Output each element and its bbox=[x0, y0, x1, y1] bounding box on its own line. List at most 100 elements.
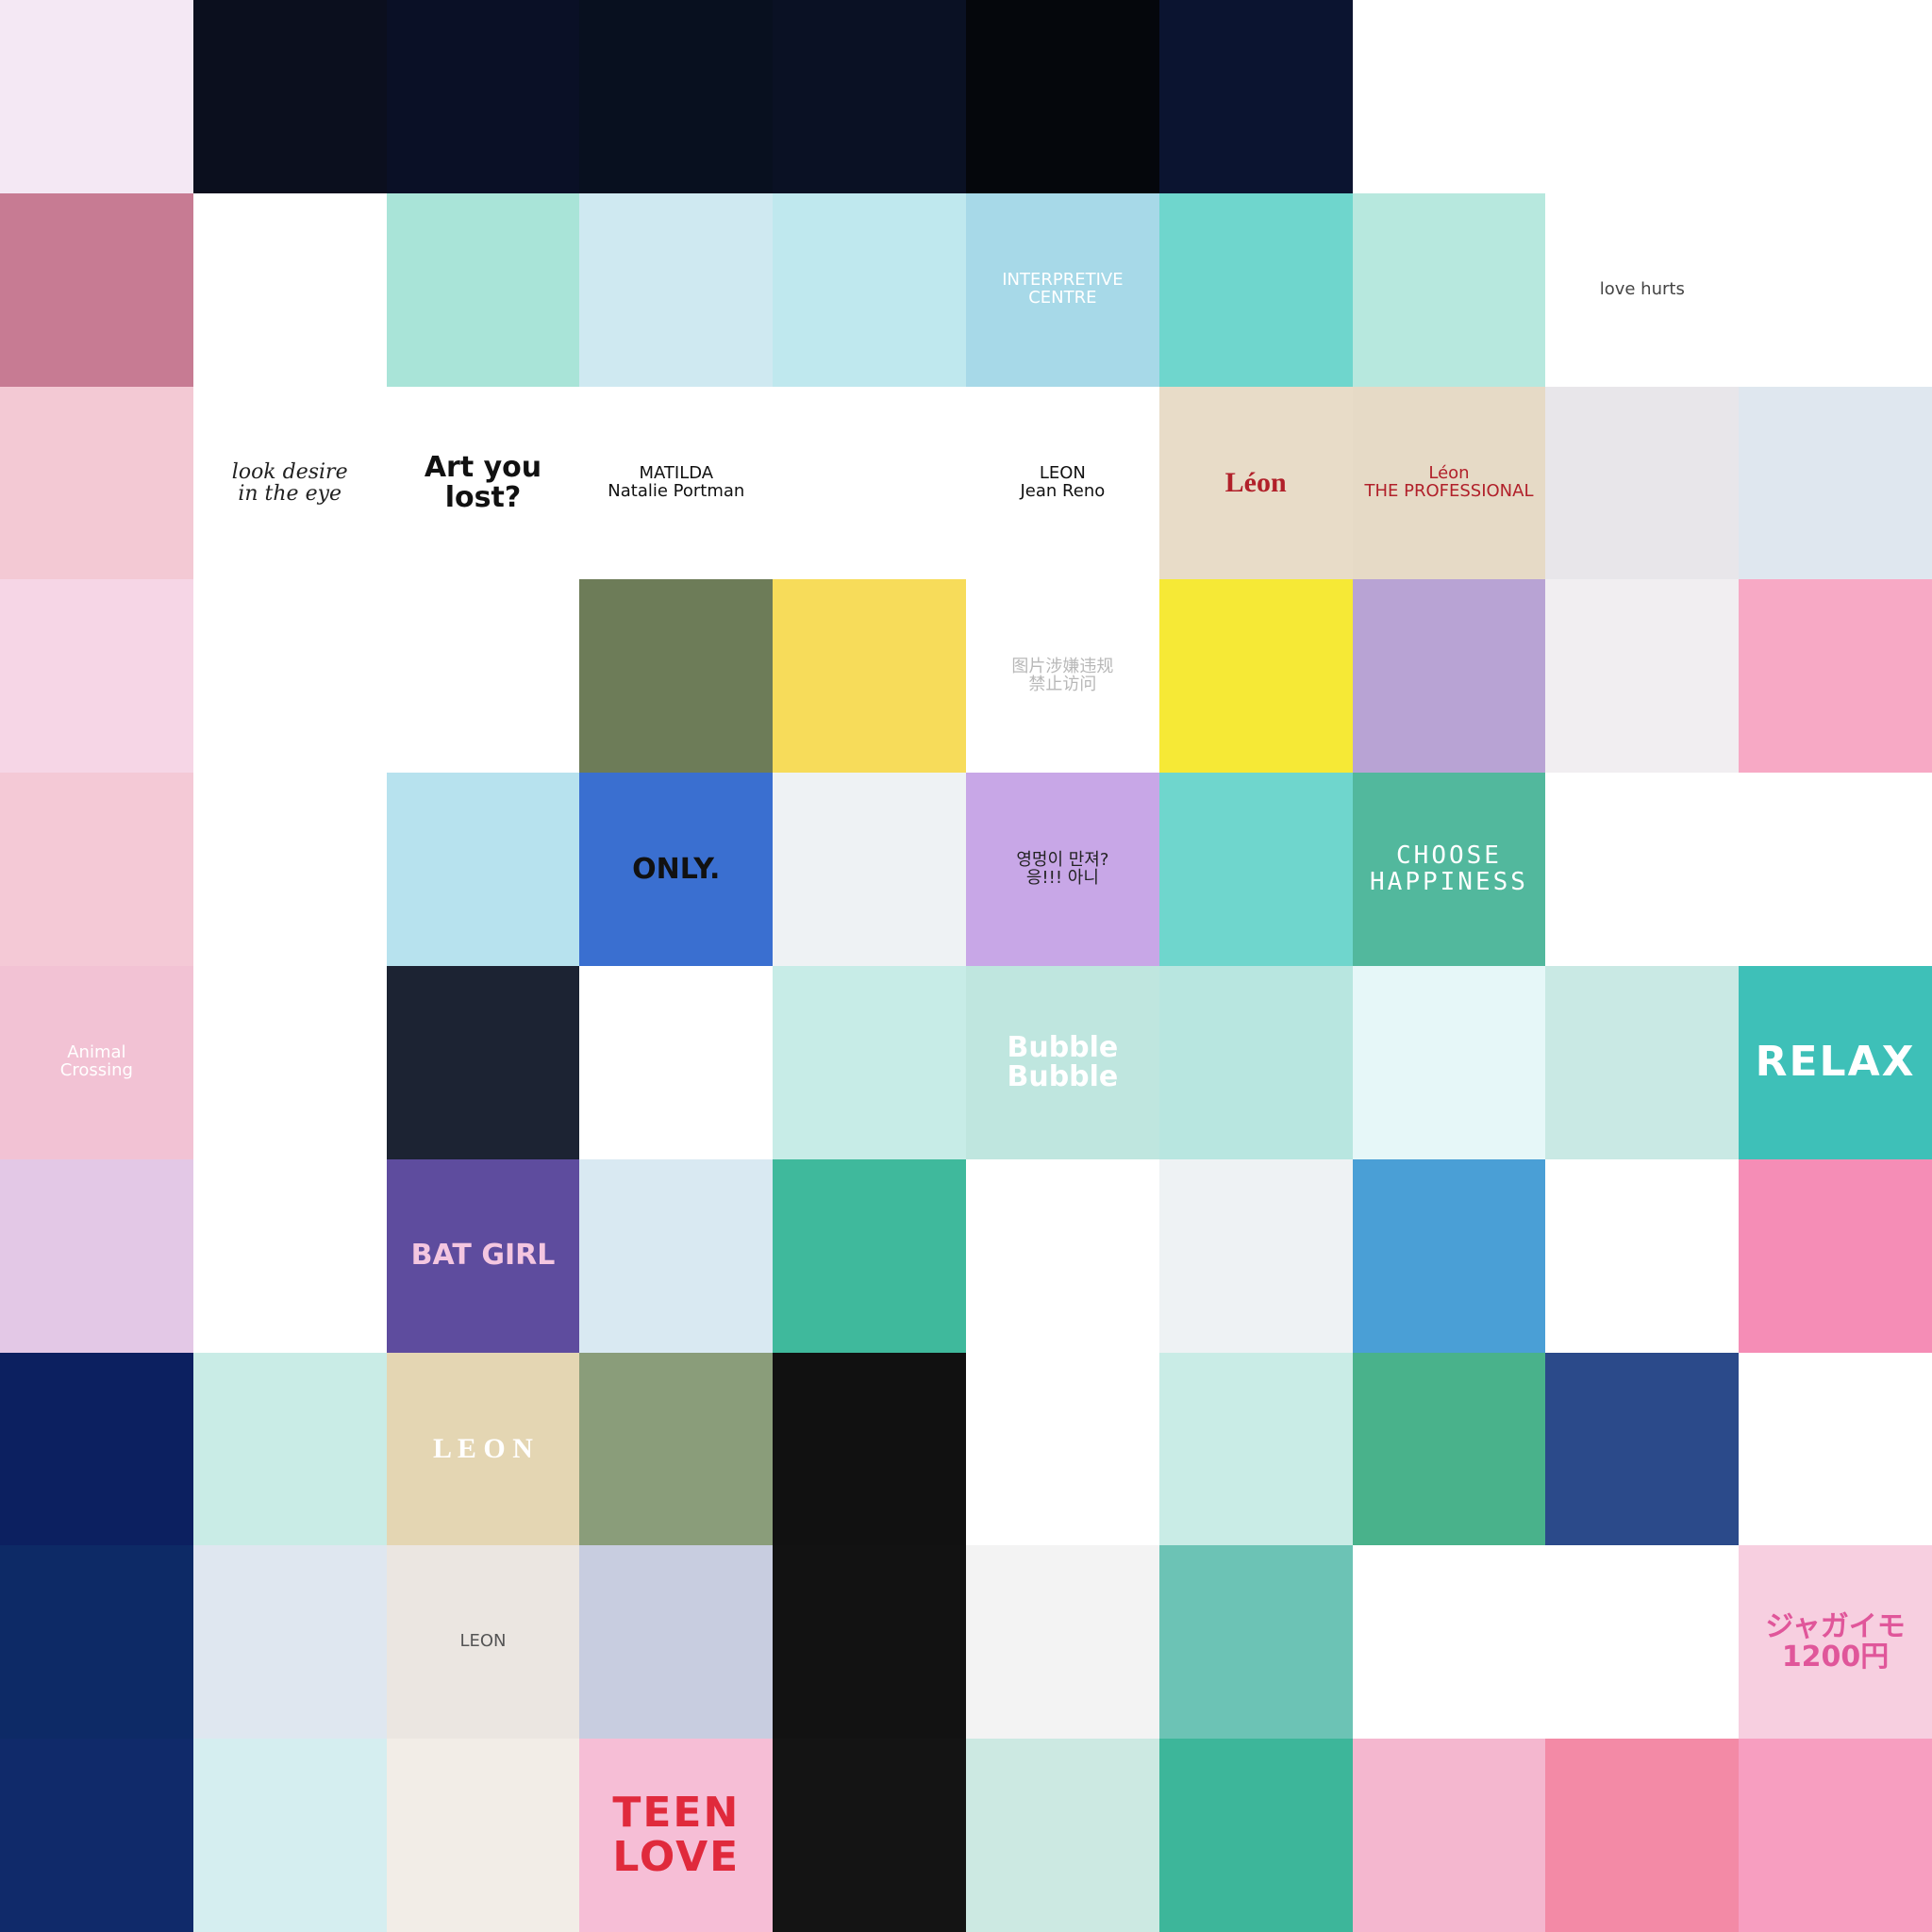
blue-cocktail-glass bbox=[192, 0, 387, 193]
starry-martini-glass bbox=[579, 0, 774, 193]
drinks-overhead-2 bbox=[579, 965, 774, 1159]
sleeping-cat bbox=[579, 579, 774, 774]
blocked-image-notice: 图片涉嫌违规 禁止访问 bbox=[965, 579, 1159, 774]
purple-smoke bbox=[1352, 579, 1546, 774]
pastel-wave bbox=[0, 1158, 193, 1353]
green-cup-stripes bbox=[579, 1352, 774, 1546]
figure-sketch bbox=[1739, 0, 1932, 193]
tile-caption: love hurts bbox=[1599, 278, 1685, 299]
lisa-witch bbox=[1739, 1158, 1932, 1353]
carousel-horse bbox=[192, 1158, 387, 1353]
airplane-only: ONLY. bbox=[579, 773, 774, 966]
strawberries-pattern bbox=[1739, 1739, 1932, 1932]
look-desire-handwriting: look desire in the eye bbox=[192, 386, 387, 580]
girl-sketch-box bbox=[192, 773, 387, 966]
tile-caption: Bubble Bubble bbox=[1007, 1030, 1119, 1094]
bart-standing bbox=[1352, 1545, 1546, 1740]
marge-hair bbox=[1545, 1545, 1740, 1740]
blue-building: INTERPRETIVE CENTRE bbox=[965, 192, 1159, 387]
banana-illustration bbox=[0, 0, 193, 193]
krusty-bench bbox=[1352, 1158, 1546, 1353]
bears-on-teal bbox=[1158, 965, 1353, 1159]
anime-girl-pink bbox=[0, 579, 193, 774]
hand-on-sweater bbox=[773, 773, 966, 966]
pink-sparkle-photo bbox=[0, 192, 193, 387]
holographic-pony bbox=[386, 773, 580, 966]
tile-caption: Animal Crossing bbox=[59, 1042, 133, 1081]
bart-arms-crossed bbox=[1545, 1352, 1740, 1546]
leon-small-poster: LEON bbox=[386, 1545, 580, 1740]
tile-caption: Art you lost? bbox=[424, 451, 542, 514]
tile-caption: L E O N bbox=[433, 1433, 533, 1465]
red-skull bbox=[1739, 579, 1932, 774]
white-flower bbox=[192, 1352, 387, 1546]
tile-caption: LEON bbox=[459, 1631, 507, 1652]
tile-caption: CHOOSE HAPPINESS bbox=[1370, 841, 1528, 896]
smiley-balloon-girl bbox=[579, 1158, 774, 1353]
roller-coaster bbox=[1739, 386, 1932, 580]
cap-girl bbox=[773, 1158, 966, 1353]
night-town bbox=[0, 1352, 193, 1546]
bart-and-charlie bbox=[1545, 1158, 1740, 1353]
bubble-toothpaste: Bubble Bubble bbox=[965, 965, 1159, 1159]
glass-bottles bbox=[1352, 192, 1546, 387]
tile-caption: INTERPRETIVE CENTRE bbox=[1002, 270, 1124, 308]
teen-love: TEEN LOVE bbox=[579, 1739, 774, 1932]
choose-happiness: CHOOSE HAPPINESS bbox=[1352, 773, 1546, 966]
sunglasses-girl-flowers bbox=[965, 1352, 1159, 1546]
tile-caption: MATILDA Natalie Portman bbox=[608, 463, 745, 501]
simpsons-window bbox=[1352, 1739, 1546, 1932]
bart-face bbox=[1739, 1352, 1932, 1546]
mint-popsicles bbox=[965, 1545, 1159, 1740]
bear-in-sea bbox=[0, 1545, 193, 1740]
ducks-chalkboard bbox=[773, 1352, 966, 1546]
blue-bottle-lemon bbox=[773, 0, 966, 193]
tile-caption: TEEN LOVE bbox=[612, 1789, 741, 1881]
blue-drink-glass bbox=[1158, 0, 1353, 193]
pinky-promise-heart bbox=[386, 579, 580, 774]
diamond-triangle bbox=[1545, 579, 1740, 774]
pearl-shell bbox=[1352, 965, 1546, 1159]
flowers-by-window bbox=[386, 192, 580, 387]
art-you-lost-poster: Art you lost? bbox=[386, 386, 580, 580]
blue-flowers-hands bbox=[192, 1545, 387, 1740]
bottles-on-yellow bbox=[1158, 579, 1353, 774]
leon-the-professional: Léon THE PROFESSIONAL bbox=[1352, 386, 1546, 580]
line-art-figure bbox=[192, 192, 387, 387]
tile-caption: Léon THE PROFESSIONAL bbox=[1364, 463, 1534, 501]
image-collage-grid: INTERPRETIVE CENTRE love hurts look desire… bbox=[0, 0, 1932, 1932]
cherry-blossoms bbox=[0, 773, 193, 966]
tile-caption: look desire in the eye bbox=[231, 459, 348, 506]
drinks-overhead bbox=[1739, 773, 1932, 966]
love-hurts-heart: love hurts bbox=[1545, 192, 1740, 387]
strawberry-heart bbox=[1545, 1739, 1740, 1932]
anime-dialogue: 영멍이 만져? 응!!! 아니 bbox=[965, 773, 1159, 966]
jagaimo-poster: ジャガイモ 1200円 bbox=[1739, 1545, 1932, 1740]
red-lips bbox=[1739, 192, 1932, 387]
tile-caption: ジャガイモ 1200円 bbox=[1765, 1610, 1906, 1674]
tile-caption: LEON Jean Reno bbox=[1020, 463, 1106, 501]
hand-on-sweater-2 bbox=[1158, 1158, 1353, 1353]
cap-girl-2 bbox=[1158, 1739, 1353, 1932]
pink-stairs-2 bbox=[1158, 1352, 1353, 1546]
sea-sparkle bbox=[1158, 192, 1353, 387]
ferris-wheel bbox=[773, 192, 966, 387]
relax-sea: RELAX bbox=[1739, 965, 1932, 1159]
tile-caption: ONLY. bbox=[632, 852, 721, 886]
bat-girl: BAT GIRL bbox=[386, 1158, 580, 1353]
planets-on-black bbox=[773, 1545, 966, 1740]
white-sneakers bbox=[1545, 386, 1740, 580]
tile-caption: 图片涉嫌违规 禁止访问 bbox=[1011, 656, 1114, 694]
pink-hand-soap bbox=[0, 386, 193, 580]
paper-clouds bbox=[1158, 1545, 1353, 1740]
animal-crossing-3ds: Animal Crossing bbox=[0, 965, 193, 1159]
matilda-illustration: MATILDA Natalie Portman bbox=[579, 386, 774, 580]
blue-fish bbox=[965, 0, 1159, 193]
leon-illustration: LEON Jean Reno bbox=[965, 386, 1159, 580]
chain-link-fence bbox=[579, 192, 774, 387]
black-cat bbox=[1545, 0, 1740, 193]
tile-caption: 영멍이 만져? 응!!! 아니 bbox=[1016, 849, 1109, 888]
drink-with-straw bbox=[1545, 773, 1740, 966]
mountain-sunset bbox=[579, 1545, 774, 1740]
milkshake bbox=[1545, 965, 1740, 1159]
